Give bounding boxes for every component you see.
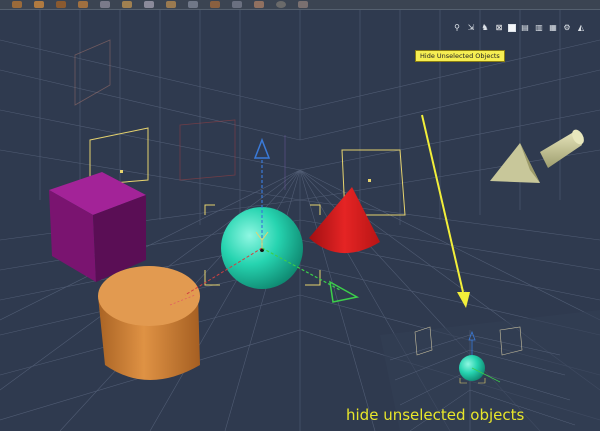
texture-icon[interactable] bbox=[210, 1, 220, 8]
primitive-icon[interactable] bbox=[100, 1, 110, 8]
arrow-object[interactable] bbox=[490, 128, 586, 183]
render-icon[interactable] bbox=[188, 1, 198, 8]
quad-view-icon[interactable]: ▦ bbox=[548, 24, 558, 33]
3d-viewport[interactable]: ⚲ ⇲ ♞ ⊠ ▤ ▥ ▦ ⚙ ◭ Hide Unselected Object… bbox=[0, 10, 600, 431]
top-toolbar bbox=[0, 0, 600, 10]
view-controls: ⚲ ⇲ ♞ ⊠ ▤ ▥ ▦ ⚙ ◭ bbox=[452, 22, 590, 34]
pin-icon[interactable] bbox=[298, 1, 308, 8]
caption-text: hide unselected objects bbox=[346, 406, 525, 424]
translate-icon[interactable] bbox=[34, 1, 44, 8]
light-icon[interactable] bbox=[122, 1, 132, 8]
view-settings-icon[interactable]: ⚙ bbox=[562, 24, 572, 33]
render-view-icon[interactable]: ◭ bbox=[576, 24, 586, 33]
deform-icon[interactable] bbox=[166, 1, 176, 8]
walk-icon[interactable]: ♞ bbox=[480, 24, 490, 33]
select-icon[interactable] bbox=[12, 1, 22, 8]
cube-object[interactable] bbox=[49, 127, 149, 282]
scale-pivot-icon[interactable]: ⇲ bbox=[466, 24, 476, 33]
physics-icon[interactable] bbox=[232, 1, 242, 8]
annotation-arrow bbox=[421, 114, 470, 308]
single-view-icon[interactable] bbox=[508, 24, 516, 32]
camera-icon[interactable] bbox=[144, 1, 154, 8]
sphere-icon[interactable] bbox=[276, 1, 286, 8]
triple-view-icon[interactable]: ▥ bbox=[534, 24, 544, 33]
hierarchy-icon[interactable]: ⚲ bbox=[452, 24, 462, 33]
hide-unselected-icon[interactable]: ⊠ bbox=[494, 24, 504, 33]
rotate-icon[interactable] bbox=[56, 1, 66, 8]
dual-view-icon[interactable]: ▤ bbox=[520, 24, 530, 33]
tooltip: Hide Unselected Objects bbox=[415, 50, 505, 62]
app-window: ⚲ ⇲ ♞ ⊠ ▤ ▥ ▦ ⚙ ◭ Hide Unselected Object… bbox=[0, 0, 600, 431]
scene-canvas[interactable] bbox=[0, 10, 600, 431]
cylinder-object[interactable] bbox=[98, 266, 200, 380]
scale-icon[interactable] bbox=[78, 1, 88, 8]
fx-icon[interactable] bbox=[254, 1, 264, 8]
